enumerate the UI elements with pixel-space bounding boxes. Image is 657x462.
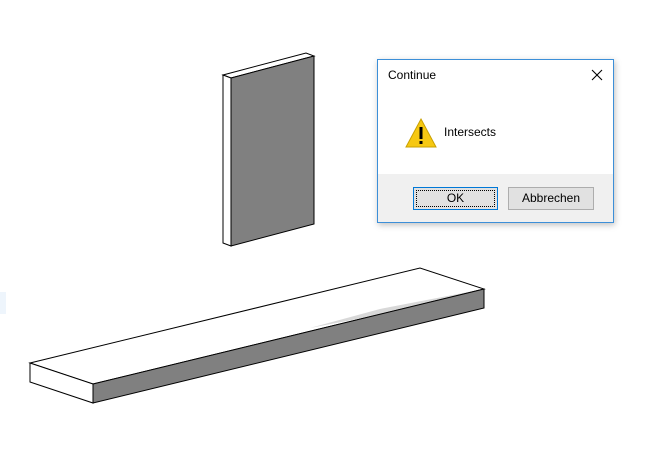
ok-button[interactable]: OK: [413, 187, 498, 210]
close-button[interactable]: [581, 60, 613, 90]
dialog-title: Continue: [388, 68, 437, 82]
floor-slab[interactable]: [28, 267, 486, 404]
wall-panel-left-face: [222, 74, 232, 247]
close-icon: [591, 69, 603, 81]
continue-dialog: Continue Intersects OK Abbrechen: [377, 59, 614, 223]
wall-panel[interactable]: [221, 52, 316, 247]
dialog-message: Intersects: [444, 125, 497, 139]
floor-slab-top-face: [28, 267, 486, 385]
dialog-content: Intersects: [378, 90, 613, 174]
viewport-edge-marker: [0, 292, 6, 314]
dialog-button-bar: OK Abbrechen: [378, 174, 613, 222]
wall-panel-front-face: [230, 55, 315, 247]
cancel-button-label: Abbrechen: [521, 191, 581, 205]
dialog-titlebar[interactable]: Continue: [378, 60, 613, 90]
cancel-button[interactable]: Abbrechen: [508, 187, 594, 210]
warning-icon: [405, 117, 437, 148]
model-viewport[interactable]: Continue Intersects OK Abbrechen: [0, 0, 657, 462]
ok-button-label: OK: [446, 191, 465, 205]
